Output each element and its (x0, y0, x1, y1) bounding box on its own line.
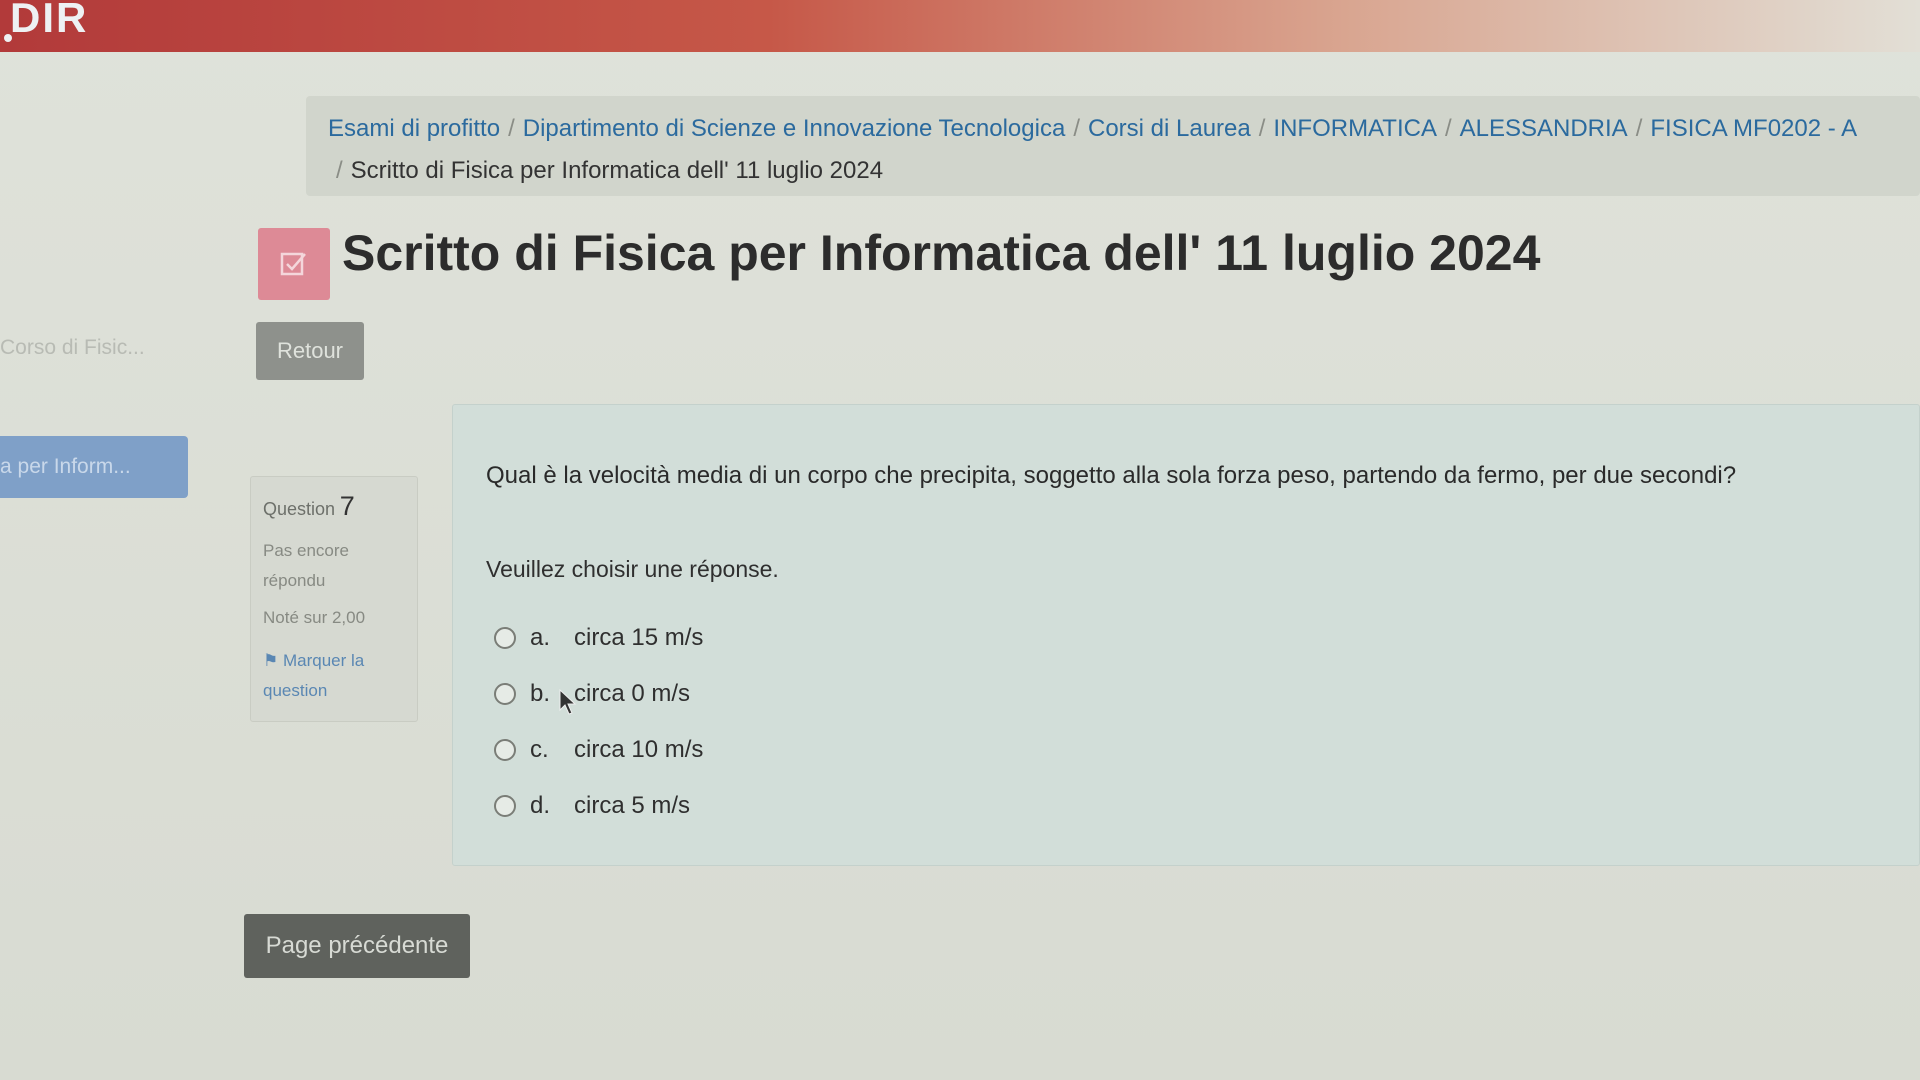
top-header-bar: DIR (0, 0, 1920, 52)
answer-letter: c. (530, 736, 549, 763)
breadcrumb-item[interactable]: Dipartimento di Scienze e Innovazione Te… (523, 115, 1066, 142)
flag-icon: ⚑ (263, 651, 279, 670)
radio-button[interactable] (494, 683, 516, 705)
breadcrumb-item[interactable]: FISICA MF0202 - A (1650, 115, 1857, 142)
flag-question-link[interactable]: ⚑ Marquer la question (263, 646, 405, 706)
mouse-pointer-icon (558, 688, 578, 721)
breadcrumb-separator: / (1635, 115, 1643, 142)
answer-option-b[interactable]: b. circa 0 m/s (494, 666, 703, 722)
question-number: 7 (339, 491, 355, 521)
flag-question-label: Marquer la question (263, 651, 365, 700)
answer-text: circa 15 m/s (574, 624, 704, 651)
answer-list: a. circa 15 m/s b. circa 0 m/s c. circa … (494, 610, 703, 834)
site-logo[interactable]: DIR (10, 0, 88, 44)
logo-dot (4, 34, 12, 42)
page: DIR Corso di Fisic... a per Inform... Es… (0, 0, 1920, 1080)
breadcrumb: Esami di profitto / Dipartimento di Scienz… (328, 108, 1920, 192)
answer-option-d[interactable]: d. circa 5 m/s (494, 778, 703, 834)
page-title: Scritto di Fisica per Informatica dell' … (342, 225, 1541, 281)
answer-letter: d. (530, 792, 551, 819)
answer-text: circa 0 m/s (574, 680, 691, 707)
question-label: Question (263, 499, 336, 519)
question-grade: Noté sur 2,00 (263, 608, 366, 627)
answer-text: circa 5 m/s (574, 792, 691, 819)
sidebar-item-active[interactable]: a per Inform... (0, 436, 188, 498)
breadcrumb-current: Scritto di Fisica per Informatica dell' … (350, 157, 884, 184)
radio-button[interactable] (494, 795, 516, 817)
question-text: Qual è la velocità media di un corpo che… (486, 462, 1737, 489)
quiz-checkbox-icon (258, 228, 330, 300)
breadcrumb-separator: / (1258, 115, 1266, 142)
breadcrumb-separator: / (508, 115, 515, 142)
breadcrumb-item[interactable]: Esami di profitto (328, 115, 500, 142)
previous-page-button[interactable]: Page précédente (244, 914, 470, 978)
breadcrumb-separator: / (1073, 115, 1080, 142)
breadcrumb-item[interactable]: ALESSANDRIA (1460, 115, 1628, 142)
radio-button[interactable] (494, 739, 516, 761)
question-info-panel: Question 7 Pas encore répondu Noté sur 2… (250, 476, 418, 722)
breadcrumb-separator: / (1444, 115, 1452, 142)
answer-prompt: Veuillez choisir une réponse. (486, 556, 779, 582)
sidebar-course-link[interactable]: Corso di Fisic... (0, 336, 145, 360)
answer-text: circa 10 m/s (574, 736, 704, 763)
breadcrumb-item[interactable]: Corsi di Laurea (1088, 115, 1251, 142)
retour-button[interactable]: Retour (256, 322, 364, 380)
breadcrumb-item[interactable]: INFORMATICA (1273, 115, 1437, 142)
answer-letter: a. (530, 624, 551, 651)
answer-option-a[interactable]: a. circa 15 m/s (494, 610, 703, 666)
breadcrumb-separator: / (336, 157, 343, 184)
answer-option-c[interactable]: c. circa 10 m/s (494, 722, 703, 778)
question-state: Pas encore répondu (263, 541, 349, 590)
radio-button[interactable] (494, 627, 516, 649)
